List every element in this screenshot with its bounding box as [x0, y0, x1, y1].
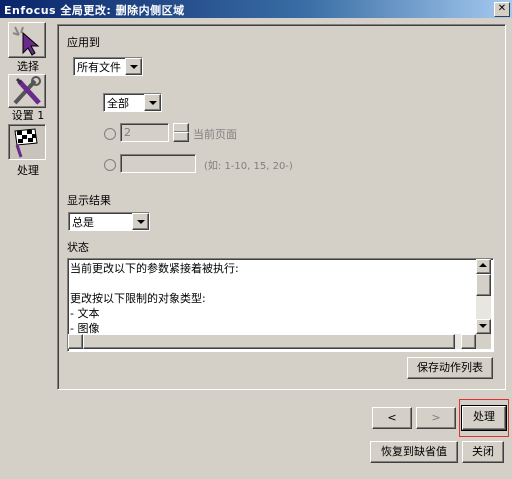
window-title: Enfocus 全局更改: 删除内侧区域: [4, 4, 185, 17]
vertical-scrollbar[interactable]: [476, 259, 491, 334]
next-button[interactable]: >: [416, 407, 456, 429]
page-number-field[interactable]: 2: [120, 123, 169, 142]
save-action-list-button[interactable]: 保存动作列表: [407, 357, 493, 379]
display-results-label: 显示结果: [67, 194, 111, 207]
scroll-up-button[interactable]: [476, 259, 491, 274]
close-window-button[interactable]: ✕: [494, 2, 510, 17]
chevron-down-icon: [125, 58, 142, 75]
page-stepper-down[interactable]: [173, 132, 189, 142]
pages-dropdown[interactable]: 全部: [103, 93, 162, 112]
chevron-down-icon: [479, 324, 487, 328]
page-range-field[interactable]: [120, 154, 196, 173]
status-line: - 文本: [70, 307, 100, 320]
select-cursor-icon: [8, 22, 46, 58]
chevron-down-icon: [144, 94, 161, 111]
main-panel: 应用到 所有文件 全部 2 当前页面 (如: 1-10, 15, 20-) 显示…: [57, 24, 506, 390]
apply-to-label: 应用到: [67, 36, 100, 49]
status-label: 状态: [67, 241, 89, 254]
title-bar: Enfocus 全局更改: 删除内侧区域 ✕: [0, 0, 512, 18]
current-page-label: 当前页面: [193, 128, 237, 141]
prev-button[interactable]: <: [372, 407, 412, 429]
scroll-left-button[interactable]: [68, 334, 83, 349]
scope-value: 所有文件: [77, 61, 121, 74]
sidebar-item-label: 选择: [17, 60, 39, 73]
scroll-h-thumb[interactable]: [83, 334, 455, 349]
restore-defaults-button[interactable]: 恢复到缺省值: [370, 441, 458, 463]
sidebar-item-label: 处理: [17, 164, 39, 177]
status-text: 当前更改以下的参数紧接着被执行: 更改按以下限制的对象类型: - 文本 - 图像: [70, 261, 474, 336]
page-range-hint: (如: 1-10, 15, 20-): [204, 161, 293, 172]
horizontal-scrollbar[interactable]: [68, 334, 476, 349]
chevron-up-icon: [479, 263, 487, 267]
close-button[interactable]: 关闭: [462, 441, 504, 463]
display-results-value: 总是: [72, 216, 94, 229]
status-textarea[interactable]: 当前更改以下的参数紧接着被执行: 更改按以下限制的对象类型: - 文本 - 图像: [67, 258, 494, 352]
chevron-down-icon: [132, 213, 149, 230]
scroll-down-button[interactable]: [476, 319, 491, 334]
status-line: 更改按以下限制的对象类型:: [70, 292, 206, 305]
sidebar-item-process[interactable]: 处理: [6, 124, 50, 178]
process-button[interactable]: 处理: [461, 405, 507, 431]
scroll-thumb[interactable]: [476, 274, 491, 296]
status-line: [70, 276, 474, 291]
sidebar: 选择 设置 1 处理: [0, 18, 56, 479]
sidebar-item-select[interactable]: 选择: [6, 22, 50, 73]
scroll-right-button[interactable]: [461, 334, 476, 349]
checkered-flag-icon: [8, 124, 46, 160]
display-results-dropdown[interactable]: 总是: [68, 212, 150, 231]
page-range-radio[interactable]: [104, 159, 116, 171]
status-line: 当前更改以下的参数紧接着被执行:: [70, 262, 239, 275]
pages-value: 全部: [107, 97, 129, 110]
scroll-corner: [476, 334, 491, 349]
sidebar-item-label: 设置 1: [11, 109, 45, 122]
tools-settings-icon: [8, 74, 46, 108]
sidebar-item-settings[interactable]: 设置 1: [6, 74, 50, 124]
scope-dropdown[interactable]: 所有文件: [73, 57, 143, 76]
current-page-radio[interactable]: [104, 128, 116, 140]
